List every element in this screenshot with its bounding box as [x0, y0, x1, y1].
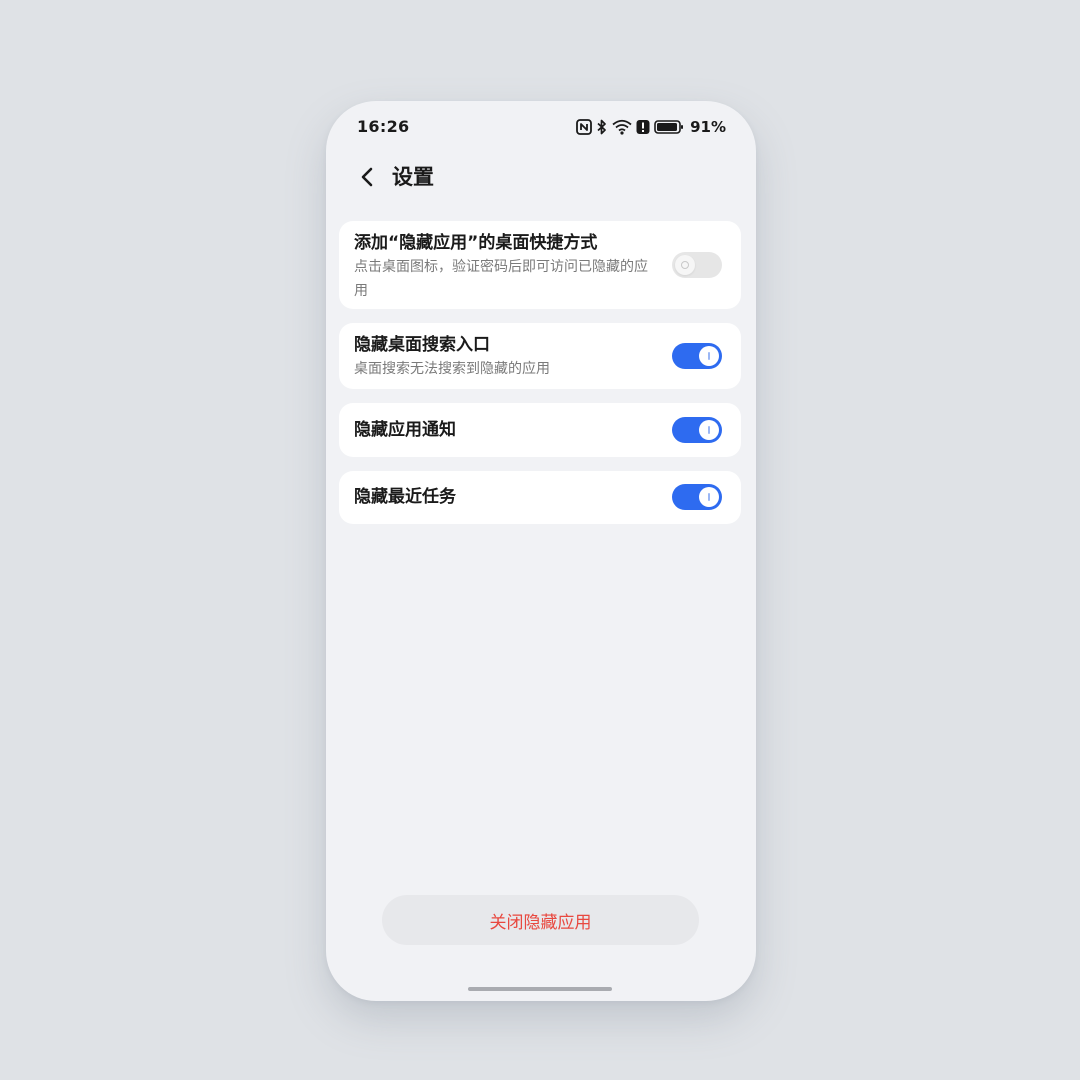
alert-icon	[636, 119, 650, 135]
bluetooth-icon	[596, 119, 608, 135]
setting-description: 点击桌面图标，验证密码后即可访问已隐藏的应用	[354, 259, 648, 299]
phone-screen: 16:26 91% 设置 添加“隐藏应用”的桌面快捷方式 点击桌面图标，验证密码…	[326, 101, 756, 1001]
status-time: 16:26	[357, 117, 410, 136]
toggle-knob	[675, 255, 695, 275]
toggle-shortcut[interactable]	[672, 252, 722, 278]
setting-title: 隐藏最近任务	[354, 487, 456, 507]
header: 设置	[326, 153, 756, 203]
disable-hidden-apps-button[interactable]: 关闭隐藏应用	[382, 895, 699, 945]
status-icons: 91%	[576, 118, 726, 136]
chevron-left-icon	[361, 167, 373, 187]
back-button[interactable]	[354, 163, 382, 191]
toggle-knob	[699, 346, 719, 366]
toggle-knob	[699, 487, 719, 507]
setting-card-shortcut: 添加“隐藏应用”的桌面快捷方式 点击桌面图标，验证密码后即可访问已隐藏的应用	[339, 221, 741, 309]
setting-title: 隐藏桌面搜索入口	[354, 335, 490, 355]
setting-card-notifications: 隐藏应用通知	[339, 403, 741, 457]
page-title: 设置	[392, 165, 434, 189]
home-indicator[interactable]	[468, 987, 612, 991]
setting-card-recent-tasks: 隐藏最近任务	[339, 471, 741, 524]
wifi-icon	[612, 119, 632, 135]
stage: 16:26 91% 设置 添加“隐藏应用”的桌面快捷方式 点击桌面图标，验证密码…	[0, 0, 1080, 1080]
setting-title: 隐藏应用通知	[354, 420, 456, 440]
toggle-search[interactable]	[672, 343, 722, 369]
nfc-icon	[576, 119, 592, 135]
setting-card-search: 隐藏桌面搜索入口 桌面搜索无法搜索到隐藏的应用	[339, 323, 741, 389]
battery-icon	[654, 119, 684, 135]
battery-percent: 91%	[690, 118, 726, 136]
setting-title: 添加“隐藏应用”的桌面快捷方式	[354, 233, 598, 253]
toggle-notifications[interactable]	[672, 417, 722, 443]
status-bar: 16:26 91%	[326, 101, 756, 153]
toggle-recent-tasks[interactable]	[672, 484, 722, 510]
toggle-knob	[699, 420, 719, 440]
setting-description: 桌面搜索无法搜索到隐藏的应用	[354, 361, 550, 377]
